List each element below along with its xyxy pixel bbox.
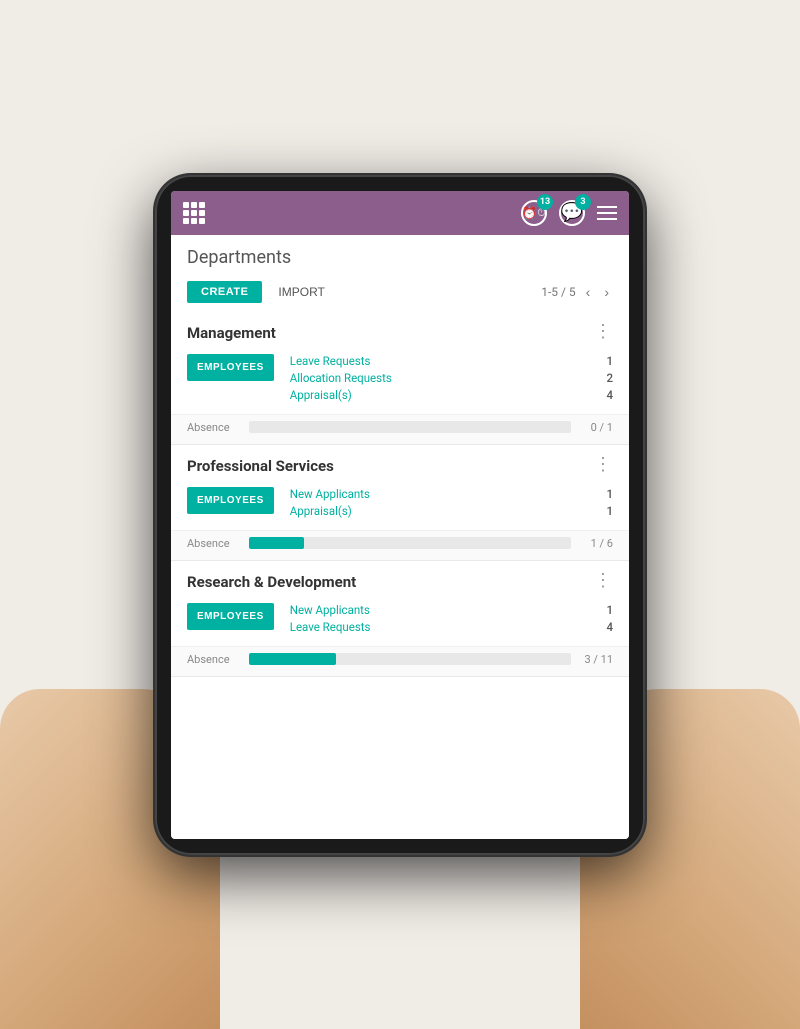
dept-stats: New Applicants 1 Appraisal(s) 1: [290, 487, 613, 518]
stat-label: New Applicants: [290, 603, 370, 617]
absence-count: 0 / 1: [583, 421, 613, 434]
tablet: ⏱ 13 💬 3: [155, 175, 645, 855]
stat-label: Allocation Requests: [290, 371, 392, 385]
page-title: Departments: [187, 247, 613, 268]
stat-label: Appraisal(s): [290, 504, 352, 518]
absence-row: Absence 3 / 11: [171, 646, 629, 676]
stat-value: 1: [606, 487, 613, 501]
pagination-next[interactable]: ›: [600, 282, 613, 302]
navbar-right: ⏱ 13 💬 3: [521, 200, 617, 226]
employees-button[interactable]: EMPLOYEES: [187, 354, 274, 381]
dept-stats: New Applicants 1 Leave Requests 4: [290, 603, 613, 634]
toolbar: CREATE IMPORT 1-5 / 5 ‹ ›: [171, 276, 629, 312]
departments-list: Management ⋮ EMPLOYEES Leave Requests 1 Alloc…: [171, 312, 629, 677]
employees-button[interactable]: EMPLOYEES: [187, 487, 274, 514]
dept-header: Professional Services ⋮: [171, 445, 629, 483]
absence-bar-fill: [249, 537, 304, 549]
dept-body: EMPLOYEES New Applicants 1 Leave Requests 4: [171, 599, 629, 646]
dept-name: Research & Development: [187, 573, 356, 591]
clock-icon-wrap[interactable]: ⏱ 13: [521, 200, 547, 226]
stat-row[interactable]: Leave Requests 4: [290, 620, 613, 634]
dept-context-menu[interactable]: ⋮: [594, 460, 613, 471]
scene: ⏱ 13 💬 3: [0, 0, 800, 1029]
chat-badge: 3: [575, 194, 591, 210]
stat-row[interactable]: New Applicants 1: [290, 487, 613, 501]
apps-icon[interactable]: [183, 202, 205, 224]
screen: ⏱ 13 💬 3: [171, 191, 629, 839]
navbar: ⏱ 13 💬 3: [171, 191, 629, 235]
stat-row[interactable]: Allocation Requests 2: [290, 371, 613, 385]
main-content: Departments CREATE IMPORT 1-5 / 5 ‹ › Ma…: [171, 235, 629, 839]
pagination-prev[interactable]: ‹: [582, 282, 595, 302]
dept-body: EMPLOYEES New Applicants 1 Appraisal(s) 1: [171, 483, 629, 530]
department-card: Research & Development ⋮ EMPLOYEES New Appl…: [171, 561, 629, 677]
absence-count: 1 / 6: [583, 537, 613, 550]
absence-label: Absence: [187, 537, 237, 550]
absence-bar-fill: [249, 653, 336, 665]
stat-row[interactable]: Leave Requests 1: [290, 354, 613, 368]
dept-header: Research & Development ⋮: [171, 561, 629, 599]
department-card: Professional Services ⋮ EMPLOYEES New Appli…: [171, 445, 629, 561]
stat-row[interactable]: Appraisal(s) 4: [290, 388, 613, 402]
dept-context-menu[interactable]: ⋮: [594, 576, 613, 587]
stat-label: Leave Requests: [290, 354, 371, 368]
clock-badge: 13: [537, 194, 553, 210]
stat-value: 1: [606, 603, 613, 617]
stat-value: 4: [606, 388, 613, 402]
absence-bar: [249, 421, 571, 433]
stat-label: New Applicants: [290, 487, 370, 501]
stat-row[interactable]: Appraisal(s) 1: [290, 504, 613, 518]
stat-value: 1: [606, 504, 613, 518]
page-header: Departments: [171, 235, 629, 276]
dept-context-menu[interactable]: ⋮: [594, 327, 613, 338]
chat-icon-wrap[interactable]: 💬 3: [559, 200, 585, 226]
absence-label: Absence: [187, 653, 237, 666]
stat-value: 4: [606, 620, 613, 634]
dept-name: Management: [187, 324, 276, 342]
dept-body: EMPLOYEES Leave Requests 1 Allocation Reque…: [171, 350, 629, 414]
hamburger-menu[interactable]: [597, 206, 617, 220]
stat-label: Leave Requests: [290, 620, 371, 634]
department-card: Management ⋮ EMPLOYEES Leave Requests 1 Alloc…: [171, 312, 629, 445]
create-button[interactable]: CREATE: [187, 281, 262, 303]
pagination-info: 1-5 / 5: [541, 285, 575, 299]
employees-button[interactable]: EMPLOYEES: [187, 603, 274, 630]
pagination: 1-5 / 5 ‹ ›: [541, 282, 613, 302]
absence-count: 3 / 11: [583, 653, 613, 666]
stat-value: 2: [606, 371, 613, 385]
stat-label: Appraisal(s): [290, 388, 352, 402]
dept-stats: Leave Requests 1 Allocation Requests 2 Appra…: [290, 354, 613, 402]
absence-bar: [249, 653, 571, 665]
import-button[interactable]: IMPORT: [274, 280, 328, 304]
absence-label: Absence: [187, 421, 237, 434]
stat-row[interactable]: New Applicants 1: [290, 603, 613, 617]
stat-value: 1: [606, 354, 613, 368]
absence-row: Absence 1 / 6: [171, 530, 629, 560]
absence-bar: [249, 537, 571, 549]
dept-header: Management ⋮: [171, 312, 629, 350]
dept-name: Professional Services: [187, 457, 334, 475]
absence-row: Absence 0 / 1: [171, 414, 629, 444]
